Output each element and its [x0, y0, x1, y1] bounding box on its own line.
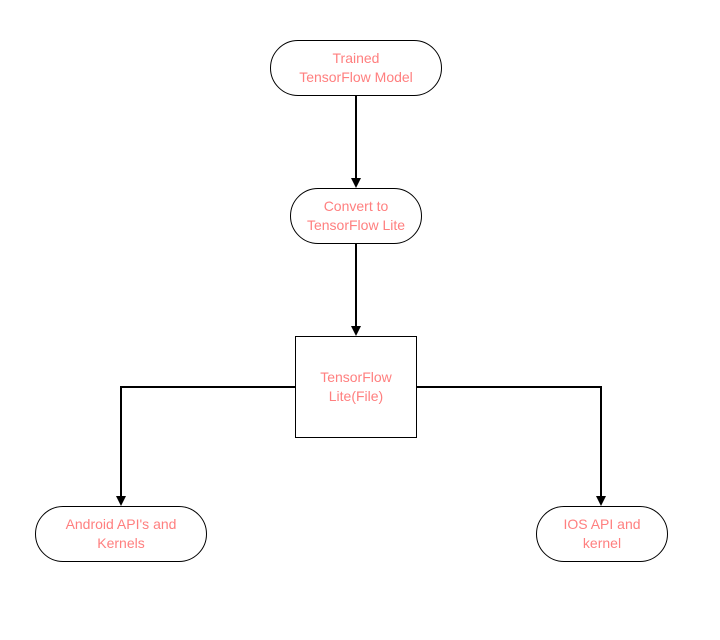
- node-convert-tflite: Convert to TensorFlow Lite: [290, 188, 422, 244]
- connector-left-horizontal: [120, 386, 295, 388]
- node-android-api: Android API's and Kernels: [35, 506, 207, 562]
- arrowhead-icon: [351, 326, 361, 336]
- node-tflite-file: TensorFlow Lite(File): [295, 336, 417, 438]
- arrow-trained-to-convert: [355, 96, 357, 178]
- connector-right-horizontal: [417, 386, 602, 388]
- node-trained-model: Trained TensorFlow Model: [270, 40, 442, 96]
- node-ios-api: IOS API and kernel: [536, 506, 668, 562]
- arrow-convert-to-litefile: [355, 244, 357, 326]
- connector-right-vertical: [600, 386, 602, 496]
- arrowhead-icon: [351, 178, 361, 188]
- node-label: Android API's and Kernels: [66, 515, 177, 553]
- node-label: Trained TensorFlow Model: [299, 49, 413, 87]
- arrowhead-icon: [116, 496, 126, 506]
- arrowhead-icon: [596, 496, 606, 506]
- connector-left-vertical: [120, 386, 122, 496]
- node-label: TensorFlow Lite(File): [320, 368, 392, 406]
- node-label: Convert to TensorFlow Lite: [307, 197, 405, 235]
- node-label: IOS API and kernel: [563, 515, 640, 553]
